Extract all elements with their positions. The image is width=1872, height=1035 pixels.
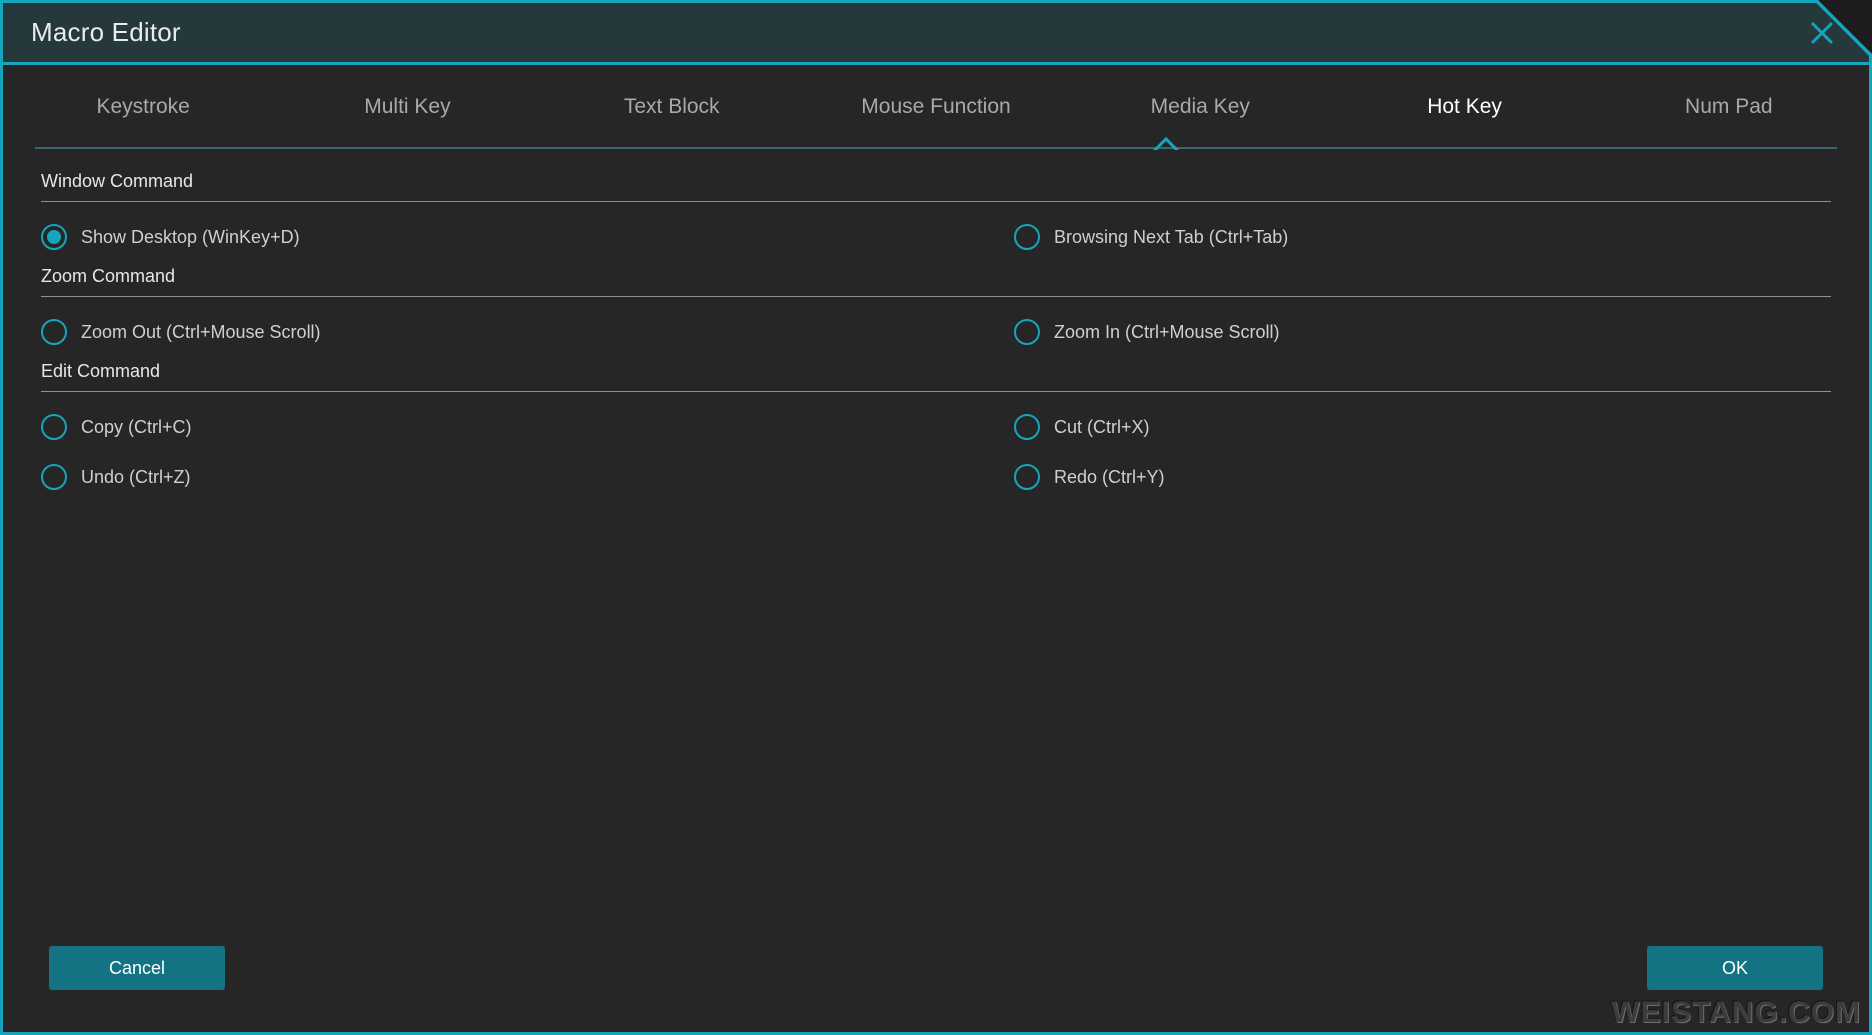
option-label: Zoom Out (Ctrl+Mouse Scroll) (81, 321, 321, 342)
tab-underline (35, 147, 1837, 149)
section-edit-command: Edit Command Copy (Ctrl+C) Cut (Ctrl+X) … (41, 361, 1831, 502)
option-label: Copy (Ctrl+C) (81, 416, 192, 437)
section-title: Zoom Command (41, 266, 176, 286)
option-browsing-previous-tab[interactable]: Browsing Previous Tab (Ctrl+Shift+Tab) (1051, 224, 1872, 250)
option-back-to-default-zoom[interactable]: Back to default zoom (Ctrl+0) (1051, 319, 1872, 345)
option-zoom-out[interactable]: Zoom Out (Ctrl+Mouse Scroll) (41, 319, 321, 345)
option-label: Redo (Ctrl+Y) (1054, 466, 1165, 487)
radio-icon[interactable] (1014, 464, 1040, 490)
tab-multi-key[interactable]: Multi Key (275, 65, 539, 149)
section-divider (41, 296, 1831, 297)
tab-hot-key[interactable]: Hot Key (1332, 65, 1596, 149)
section-title: Window Command (41, 171, 194, 191)
title-bar: Macro Editor (3, 3, 1869, 65)
option-row: Show Desktop (WinKey+D) Browsing Next Ta… (41, 212, 1831, 262)
section-divider (41, 391, 1831, 392)
watermark: WEISTANG.COM (1611, 996, 1861, 1029)
option-row: Copy (Ctrl+C) Cut (Ctrl+X) Paste (Ctrl+V… (41, 402, 1831, 452)
tab-text-block[interactable]: Text Block (540, 65, 804, 149)
close-icon[interactable] (1805, 16, 1839, 50)
radio-icon[interactable] (41, 319, 67, 345)
cancel-button[interactable]: Cancel (49, 946, 225, 990)
hot-key-panel: Window Command Show Desktop (WinKey+D) B… (3, 149, 1869, 889)
tab-mouse-function[interactable]: Mouse Function (804, 65, 1068, 149)
option-row: Zoom Out (Ctrl+Mouse Scroll) Zoom In (Ct… (41, 307, 1831, 357)
radio-icon[interactable] (41, 414, 67, 440)
active-tab-indicator (1153, 136, 1179, 150)
radio-icon[interactable] (1014, 224, 1040, 250)
page-title: Macro Editor (31, 17, 181, 47)
option-show-desktop[interactable]: Show Desktop (WinKey+D) (41, 224, 300, 250)
radio-icon[interactable] (1014, 414, 1040, 440)
option-undo[interactable]: Undo (Ctrl+Z) (41, 464, 191, 490)
option-copy[interactable]: Copy (Ctrl+C) (41, 414, 192, 440)
option-redo[interactable]: Redo (Ctrl+Y) (546, 464, 1165, 490)
tab-bar: Keystroke Multi Key Text Block Mouse Fun… (3, 65, 1869, 149)
tab-media-key[interactable]: Media Key (1068, 65, 1332, 149)
section-zoom-command: Zoom Command Zoom Out (Ctrl+Mouse Scroll… (41, 266, 1831, 357)
radio-icon[interactable] (41, 224, 67, 250)
section-title: Edit Command (41, 361, 161, 381)
section-window-command: Window Command Show Desktop (WinKey+D) B… (41, 171, 1831, 262)
dialog-footer: Cancel OK WEISTANG.COM (3, 922, 1869, 1032)
option-label: Show Desktop (WinKey+D) (81, 226, 300, 247)
section-divider (41, 201, 1831, 202)
option-label: Undo (Ctrl+Z) (81, 466, 191, 487)
radio-icon[interactable] (1014, 319, 1040, 345)
option-paste[interactable]: Paste (Ctrl+V) (1051, 414, 1872, 440)
macro-editor-dialog: Macro Editor Keystroke Multi Key Text Bl… (0, 0, 1872, 1035)
radio-icon[interactable] (41, 464, 67, 490)
ok-button[interactable]: OK (1647, 946, 1823, 990)
tab-keystroke[interactable]: Keystroke (11, 65, 275, 149)
option-row: Undo (Ctrl+Z) Redo (Ctrl+Y) (41, 452, 1831, 502)
tab-num-pad[interactable]: Num Pad (1597, 65, 1861, 149)
